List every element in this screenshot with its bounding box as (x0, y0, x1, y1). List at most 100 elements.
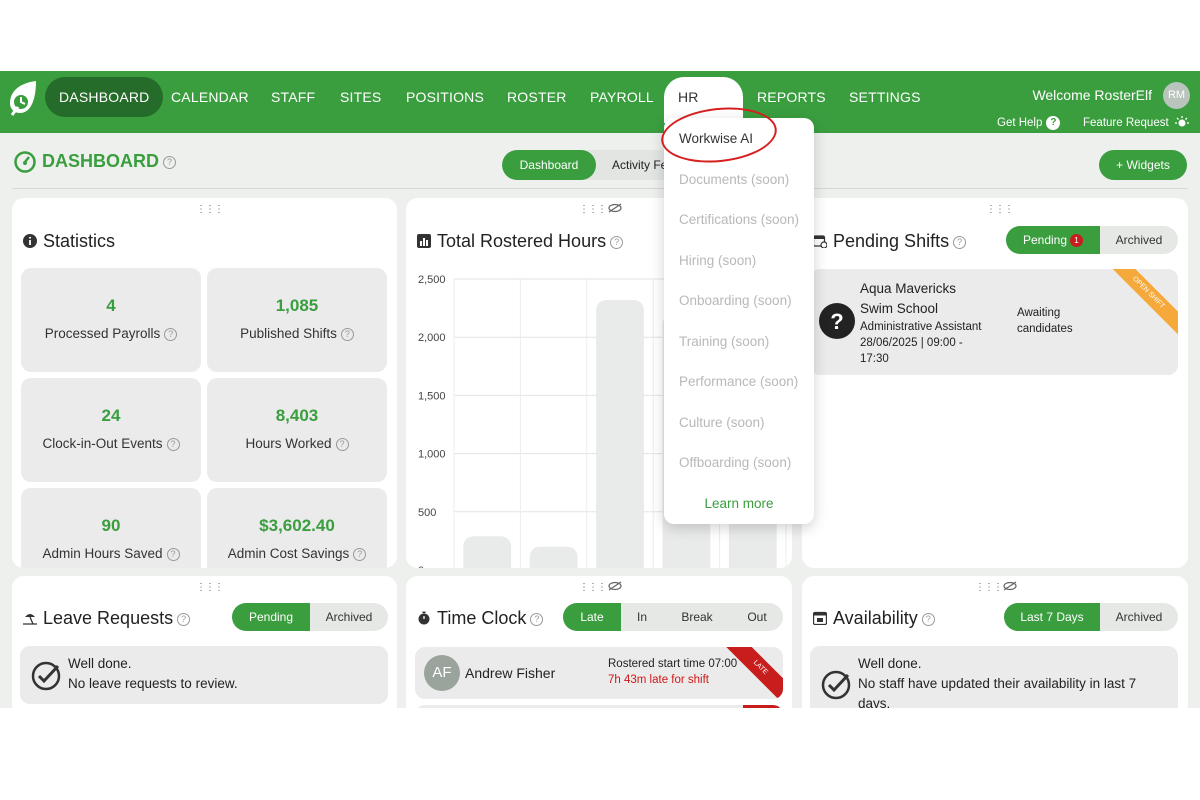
tab-pending[interactable]: Pending (232, 603, 310, 631)
get-help-link[interactable]: Get Help? (997, 116, 1061, 130)
help-icon[interactable]: ? (921, 612, 935, 626)
nav-dashboard[interactable]: DASHBOARD (45, 77, 164, 117)
nav-roster[interactable]: ROSTER (507, 77, 567, 117)
staff-name: Andrew Fisher (465, 665, 556, 681)
header-divider (12, 188, 1188, 189)
tab-archived[interactable]: Archived (1100, 226, 1178, 254)
pending-count-badge: 1 (1070, 234, 1084, 247)
availability-title: Availability? (813, 608, 935, 629)
stat-tile-clock-events[interactable]: 24 Clock-in-Out Events? (21, 378, 201, 482)
chart-bar[interactable] (463, 536, 512, 568)
drag-handle-icon[interactable]: ⋮⋮⋮ (975, 582, 1003, 593)
stat-label: Admin Hours Saved? (21, 546, 201, 561)
tab-in[interactable]: In (621, 603, 663, 631)
stat-tile-hours-worked[interactable]: 8,403 Hours Worked? (207, 378, 387, 482)
menu-item-hiring[interactable]: Hiring (soon) (679, 253, 756, 268)
drag-handle-icon[interactable]: ⋮⋮⋮ (196, 582, 224, 593)
help-icon[interactable]: ? (166, 547, 180, 561)
tab-out[interactable]: Out (731, 603, 783, 631)
staff-avatar: AF (424, 655, 460, 691)
title-help-icon[interactable]: ? (163, 155, 176, 169)
nav-payroll[interactable]: PAYROLL (590, 77, 654, 117)
stat-value: 24 (101, 406, 121, 425)
tab-archived[interactable]: Archived (1100, 603, 1178, 631)
leave-toggle: Pending Archived (232, 603, 388, 631)
stat-value: 1,085 (275, 296, 319, 315)
tab-activity-feed[interactable]: Activity Fe (612, 150, 667, 180)
tab-pending[interactable]: Pending 1 (1006, 226, 1100, 254)
stat-value: 90 (101, 516, 121, 535)
chart-bar[interactable] (596, 299, 644, 568)
time-clock-title-text: Time Clock (437, 608, 527, 628)
help-icon[interactable]: ? (340, 327, 354, 341)
app-frame: DASHBOARD CALENDAR STAFF SITES POSITIONS… (0, 71, 1200, 708)
nav-staff[interactable]: STAFF (271, 77, 315, 117)
feature-request-link[interactable]: Feature Request (1083, 116, 1190, 130)
hide-eye-icon[interactable] (608, 581, 622, 591)
page-bottom-blank (0, 708, 1200, 800)
help-icon[interactable]: ? (166, 437, 180, 451)
drag-handle-icon[interactable]: ⋮⋮⋮ (196, 204, 224, 215)
user-avatar[interactable]: RM (1163, 82, 1190, 109)
y-tick-label: 500 (418, 507, 436, 519)
help-icon[interactable]: ? (353, 547, 367, 561)
tab-dashboard[interactable]: Dashboard (502, 150, 596, 180)
leave-title-text: Leave Requests (43, 608, 174, 628)
menu-item-certifications[interactable]: Certifications (soon) (679, 212, 799, 227)
question-icon: ? (819, 303, 855, 339)
tab-archived[interactable]: Archived (310, 603, 388, 631)
chart-bar[interactable] (529, 546, 578, 568)
tab-late[interactable]: Late (563, 603, 621, 631)
beach-umbrella-icon (23, 614, 37, 625)
page-title-text: DASHBOARD (42, 151, 159, 171)
stat-tile-shifts[interactable]: 1,085 Published Shifts? (207, 268, 387, 372)
menu-item-documents[interactable]: Documents (soon) (679, 172, 789, 187)
top-navbar: DASHBOARD CALENDAR STAFF SITES POSITIONS… (0, 71, 1200, 145)
feature-request-label: Feature Request (1083, 117, 1169, 130)
nav-settings[interactable]: SETTINGS (849, 77, 921, 117)
rosterelf-logo-icon[interactable] (6, 79, 38, 119)
pending-shifts-card: ⋮⋮⋮ Pending Shifts? Pending 1 Archived ? … (802, 198, 1188, 568)
menu-item-training[interactable]: Training (soon) (679, 334, 769, 349)
nav-positions[interactable]: POSITIONS (406, 77, 484, 117)
shift-details: Administrative Assistant 28/06/2025 | 09… (860, 321, 982, 365)
menu-item-onboarding[interactable]: Onboarding (soon) (679, 293, 792, 308)
help-icon[interactable]: ? (953, 235, 967, 249)
menu-item-offboarding[interactable]: Offboarding (soon) (679, 455, 791, 470)
drag-handle-icon[interactable]: ⋮⋮⋮ (579, 204, 607, 215)
leave-message-text: Well done. No leave requests to review. (68, 656, 238, 691)
add-widgets-button[interactable]: + Widgets (1099, 150, 1187, 180)
hide-eye-icon[interactable] (1003, 581, 1017, 591)
menu-item-performance[interactable]: Performance (soon) (679, 374, 798, 389)
hide-eye-icon[interactable] (608, 203, 622, 213)
time-clock-entry[interactable]: AF Andrew Fisher Rostered start time 07:… (415, 647, 783, 699)
welcome-text: Welcome RosterElf (1032, 87, 1152, 103)
help-icon[interactable]: ? (610, 235, 624, 249)
pending-shift-item[interactable]: ? Aqua Mavericks Swim School Administrat… (810, 269, 1178, 375)
dashboard-gauge-icon (14, 151, 36, 173)
late-duration: 7h 43m late for shift (608, 674, 709, 686)
tab-break[interactable]: Break (663, 603, 731, 631)
nav-reports[interactable]: REPORTS (757, 77, 826, 117)
drag-handle-icon[interactable]: ⋮⋮⋮ (986, 204, 1014, 215)
stat-tile-payrolls[interactable]: 4 Processed Payrolls? (21, 268, 201, 372)
help-icon[interactable]: ? (335, 437, 349, 451)
help-icon[interactable]: ? (177, 612, 191, 626)
y-tick-label: 2,000 (418, 332, 446, 344)
menu-item-culture[interactable]: Culture (soon) (679, 415, 765, 430)
stat-tile-admin-cost[interactable]: $3,602.40 Admin Cost Savings? (207, 488, 387, 568)
pending-shifts-title-text: Pending Shifts (833, 231, 950, 251)
learn-more-link[interactable]: Learn more (664, 496, 814, 511)
stat-value: $3,602.40 (259, 516, 335, 535)
check-circle-icon (31, 661, 61, 691)
help-icon[interactable]: ? (164, 327, 178, 341)
leave-title: Leave Requests? (23, 608, 191, 629)
drag-handle-icon[interactable]: ⋮⋮⋮ (579, 582, 607, 593)
stat-tile-admin-hours[interactable]: 90 Admin Hours Saved? (21, 488, 201, 568)
help-icon[interactable]: ? (530, 612, 544, 626)
nav-calendar[interactable]: CALENDAR (171, 77, 249, 117)
availability-card: ⋮⋮⋮ Availability? Last 7 Days Archived W… (802, 576, 1188, 708)
tab-last-7-days[interactable]: Last 7 Days (1004, 603, 1100, 631)
availability-title-text: Availability (833, 608, 918, 628)
nav-sites[interactable]: SITES (340, 77, 381, 117)
